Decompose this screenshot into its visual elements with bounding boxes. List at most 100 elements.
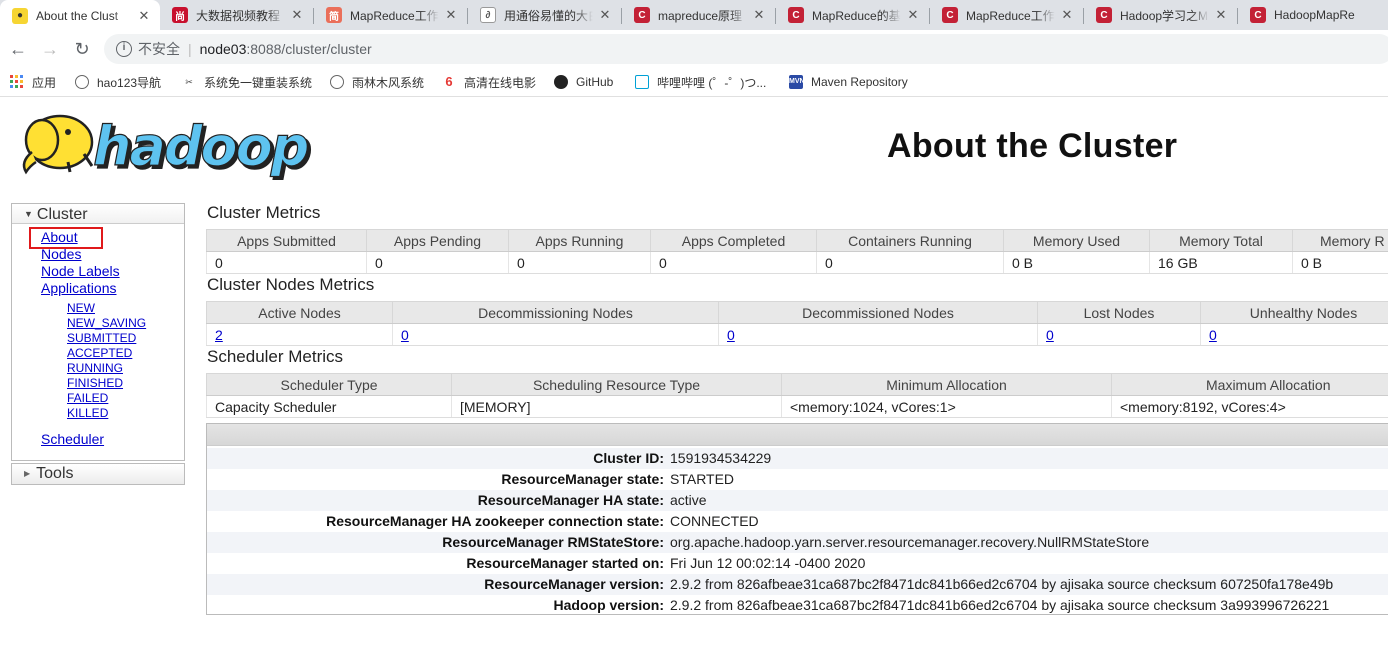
decommissioning-nodes-link[interactable]: 0 <box>401 327 409 343</box>
hadoop-logo[interactable]: hadoop hadoop <box>12 106 313 182</box>
jian-favicon-icon: 简 <box>326 7 342 23</box>
globe-icon <box>330 75 344 89</box>
column-header[interactable]: Maximum Allocation <box>1111 373 1388 396</box>
table-cell: <memory:8192, vCores:4> <box>1111 395 1388 418</box>
bookmark-item[interactable]: ✂ 系统免一键重装系统 <box>182 73 312 91</box>
info-value: org.apache.hadoop.yarn.server.resourcema… <box>670 534 1150 550</box>
back-arrow-icon[interactable]: ← <box>7 38 29 60</box>
nav-link-about[interactable]: About <box>41 229 78 245</box>
browser-tab[interactable]: C mapreduce原理 ✕ <box>622 0 775 30</box>
close-tab-icon[interactable]: ✕ <box>289 7 305 23</box>
csdn-favicon-icon: C <box>788 7 804 23</box>
column-header[interactable]: Memory Used <box>1003 229 1150 252</box>
close-tab-icon[interactable]: ✕ <box>1059 7 1075 23</box>
column-header[interactable]: Apps Submitted <box>206 229 367 252</box>
browser-tab[interactable]: 简 MapReduce工作 ✕ <box>314 0 467 30</box>
nav-app-state-killed[interactable]: KILLED <box>67 406 108 420</box>
node-metrics-table: Active Nodes Decommissioning Nodes Decom… <box>206 301 1388 346</box>
info-label: ResourceManager started on: <box>466 555 664 571</box>
forward-arrow-icon[interactable]: → <box>39 38 61 60</box>
nav-link-node-labels[interactable]: Node Labels <box>41 263 120 279</box>
close-tab-icon[interactable]: ✕ <box>597 7 613 23</box>
unhealthy-nodes-link[interactable]: 0 <box>1209 327 1217 343</box>
info-label: Hadoop version: <box>553 597 664 613</box>
info-row: Cluster ID: 1591934534229 <box>207 448 1388 469</box>
column-header[interactable]: Decommissioned Nodes <box>718 301 1038 324</box>
table-cell: 0 B <box>1003 251 1150 274</box>
nav-app-state-new-saving[interactable]: NEW_SAVING <box>67 316 146 330</box>
column-header[interactable]: Apps Completed <box>650 229 817 252</box>
bookmark-label: 系统免一键重装系统 <box>204 75 313 90</box>
column-header[interactable]: Memory Total <box>1149 229 1293 252</box>
bookmark-item[interactable]: hao123导航 <box>75 73 161 91</box>
close-tab-icon[interactable]: ✕ <box>443 7 459 23</box>
browser-tab[interactable]: 尚 大数据视频教程 ✕ <box>160 0 313 30</box>
nav-link-scheduler[interactable]: Scheduler <box>41 431 104 447</box>
nav-app-state-running[interactable]: RUNNING <box>67 361 123 375</box>
reload-icon[interactable]: ↻ <box>71 38 93 60</box>
bookmark-item[interactable]: GitHub <box>554 73 613 91</box>
bookmark-item[interactable]: 6 高清在线电影 <box>442 73 536 91</box>
nav-app-state-failed[interactable]: FAILED <box>67 391 108 405</box>
column-header[interactable]: Minimum Allocation <box>781 373 1112 396</box>
table-cell: 16 GB <box>1149 251 1293 274</box>
column-header[interactable]: Apps Pending <box>366 229 509 252</box>
column-header[interactable]: Scheduler Type <box>206 373 452 396</box>
nav-app-state-accepted[interactable]: ACCEPTED <box>67 346 132 360</box>
info-row: Hadoop version: 2.9.2 from 826afbeae31ca… <box>207 595 1388 614</box>
column-header[interactable]: Memory R <box>1292 229 1388 252</box>
tab-title: MapReduce工作 <box>350 8 439 23</box>
active-nodes-link[interactable]: 2 <box>215 327 223 343</box>
info-label: ResourceManager version: <box>484 576 664 592</box>
column-header[interactable]: Scheduling Resource Type <box>451 373 782 396</box>
cluster-nav-header[interactable]: ▼ Cluster <box>12 204 184 224</box>
nav-app-state-finished[interactable]: FINISHED <box>67 376 123 390</box>
info-row: ResourceManager started on: Fri Jun 12 0… <box>207 553 1388 574</box>
bookmark-label: GitHub <box>576 75 614 89</box>
bookmark-item[interactable]: MVN Maven Repository <box>789 73 908 91</box>
browser-tab[interactable]: C HadoopMapRe <box>1238 0 1388 30</box>
close-tab-icon[interactable]: ✕ <box>136 8 152 24</box>
column-header[interactable]: Unhealthy Nodes <box>1200 301 1388 324</box>
bookmark-label: 哔哩哔哩 (゜-゜)つ... <box>657 75 767 90</box>
tools-nav-header[interactable]: ▶ Tools <box>11 463 185 485</box>
browser-tab[interactable]: C Hadoop学习之M ✕ <box>1084 0 1237 30</box>
lost-nodes-link[interactable]: 0 <box>1046 327 1054 343</box>
expand-triangle-icon: ▶ <box>24 469 31 478</box>
browser-tab[interactable]: ● About the Clust ✕ <box>0 0 160 31</box>
url-host: node03 <box>199 41 247 57</box>
column-header[interactable]: Decommissioning Nodes <box>392 301 719 324</box>
csdn-favicon-icon: C <box>1096 7 1112 23</box>
nav-link-nodes[interactable]: Nodes <box>41 246 81 262</box>
column-header[interactable]: Active Nodes <box>206 301 393 324</box>
browser-tab[interactable]: C MapReduce工作 ✕ <box>930 0 1083 30</box>
address-bar[interactable]: i 不安全 | node03 :8088/cluster/cluster <box>104 34 1388 64</box>
close-tab-icon[interactable]: ✕ <box>751 7 767 23</box>
nav-app-state-submitted[interactable]: SUBMITTED <box>67 331 136 345</box>
info-row: ResourceManager RMStateStore: org.apache… <box>207 532 1388 553</box>
close-tab-icon[interactable]: ✕ <box>1213 7 1229 23</box>
nav-link-applications[interactable]: Applications <box>41 280 117 296</box>
bookmark-apps[interactable]: 应用 <box>10 73 56 91</box>
close-tab-icon[interactable]: ✕ <box>905 7 921 23</box>
browser-tab[interactable]: ∂ 用通俗易懂的大白 ✕ <box>468 0 621 30</box>
nav-app-state-new[interactable]: NEW <box>67 301 95 315</box>
table-cell: Capacity Scheduler <box>206 395 452 418</box>
column-header[interactable]: Apps Running <box>508 229 651 252</box>
bookmark-label: hao123导航 <box>97 75 162 90</box>
bookmarks-bar: 应用 hao123导航 ✂ 系统免一键重装系统 雨林木风系统 6 高清在线电影 … <box>0 67 1388 97</box>
tools-nav-title: Tools <box>36 465 74 482</box>
decommissioned-nodes-link[interactable]: 0 <box>727 327 735 343</box>
browser-tab[interactable]: C MapReduce的基 ✕ <box>776 0 929 30</box>
tab-title: Hadoop学习之M <box>1120 8 1209 23</box>
bookmark-item[interactable]: 雨林木风系统 <box>330 73 424 91</box>
info-value: CONNECTED <box>670 513 759 529</box>
info-value: STARTED <box>670 471 735 487</box>
shang-favicon-icon: 尚 <box>172 7 188 23</box>
bookmark-item[interactable]: 哔哩哔哩 (゜-゜)つ... <box>635 73 766 91</box>
info-row: ResourceManager version: 2.9.2 from 826a… <box>207 574 1388 595</box>
bilibili-icon <box>635 75 649 89</box>
column-header[interactable]: Lost Nodes <box>1037 301 1201 324</box>
info-icon[interactable]: i <box>116 41 132 57</box>
column-header[interactable]: Containers Running <box>816 229 1004 252</box>
